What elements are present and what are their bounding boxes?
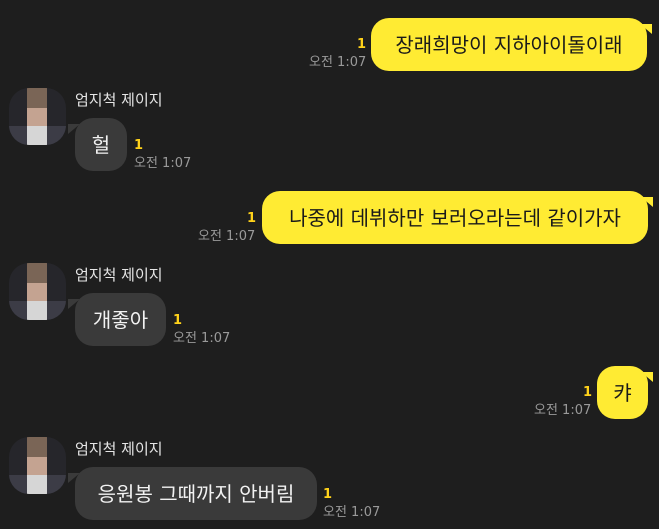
message-text: 장래희망이 지하아이돌이래 bbox=[395, 32, 623, 57]
message-bubble[interactable]: 장래희망이 지하아이돌이래 bbox=[371, 18, 647, 71]
message-time: 오전 1:07 bbox=[198, 229, 256, 244]
bubble-tail bbox=[640, 24, 652, 34]
bubble-tail bbox=[68, 124, 80, 134]
message-text: 캬 bbox=[613, 380, 632, 405]
avatar-pixel bbox=[27, 88, 47, 108]
unread-count: 1 bbox=[247, 211, 257, 226]
unread-count: 1 bbox=[134, 138, 144, 153]
avatar-pixel bbox=[9, 475, 27, 494]
avatar-pixel bbox=[9, 126, 27, 145]
avatar-pixel bbox=[47, 126, 66, 145]
message-bubble[interactable]: 개좋아 bbox=[75, 293, 166, 346]
message-bubble[interactable]: 나중에 데뷔하만 보러오라는데 같이가자 bbox=[262, 191, 648, 244]
sender-name: 엄지척 제이지 bbox=[75, 440, 163, 458]
message-time: 오전 1:07 bbox=[309, 55, 367, 70]
message-text: 개좋아 bbox=[92, 307, 149, 332]
avatar-pixel bbox=[47, 301, 66, 320]
unread-count: 1 bbox=[357, 37, 367, 52]
avatar-pixel bbox=[27, 263, 47, 283]
avatar-pixel bbox=[27, 126, 47, 145]
bubble-tail bbox=[68, 473, 80, 483]
bubble-tail bbox=[641, 197, 653, 207]
message-bubble[interactable]: 응원봉 그때까지 안버림 bbox=[75, 467, 317, 520]
avatar-pixel bbox=[27, 283, 47, 301]
message-time: 오전 1:07 bbox=[534, 403, 592, 418]
unread-count: 1 bbox=[323, 487, 333, 502]
message-time: 오전 1:07 bbox=[173, 331, 231, 346]
bubble-tail bbox=[68, 299, 80, 309]
message-time: 오전 1:07 bbox=[134, 156, 192, 171]
unread-count: 1 bbox=[173, 313, 183, 328]
message-text: 응원봉 그때까지 안버림 bbox=[97, 481, 295, 506]
avatar-pixel bbox=[27, 457, 47, 475]
sender-name: 엄지척 제이지 bbox=[75, 266, 163, 284]
avatar[interactable] bbox=[9, 88, 66, 145]
unread-count: 1 bbox=[583, 385, 593, 400]
avatar-pixel bbox=[27, 301, 47, 320]
message-text: 헐 bbox=[91, 132, 111, 157]
message-bubble[interactable]: 헐 bbox=[75, 118, 127, 171]
avatar[interactable] bbox=[9, 437, 66, 494]
avatar-pixel bbox=[27, 437, 47, 457]
avatar-pixel bbox=[47, 475, 66, 494]
bubble-tail bbox=[641, 372, 653, 382]
message-text: 나중에 데뷔하만 보러오라는데 같이가자 bbox=[289, 205, 621, 230]
avatar[interactable] bbox=[9, 263, 66, 320]
avatar-pixel bbox=[27, 475, 47, 494]
avatar-pixel bbox=[9, 301, 27, 320]
avatar-pixel bbox=[27, 108, 47, 126]
sender-name: 엄지척 제이지 bbox=[75, 91, 163, 109]
message-time: 오전 1:07 bbox=[323, 505, 381, 520]
